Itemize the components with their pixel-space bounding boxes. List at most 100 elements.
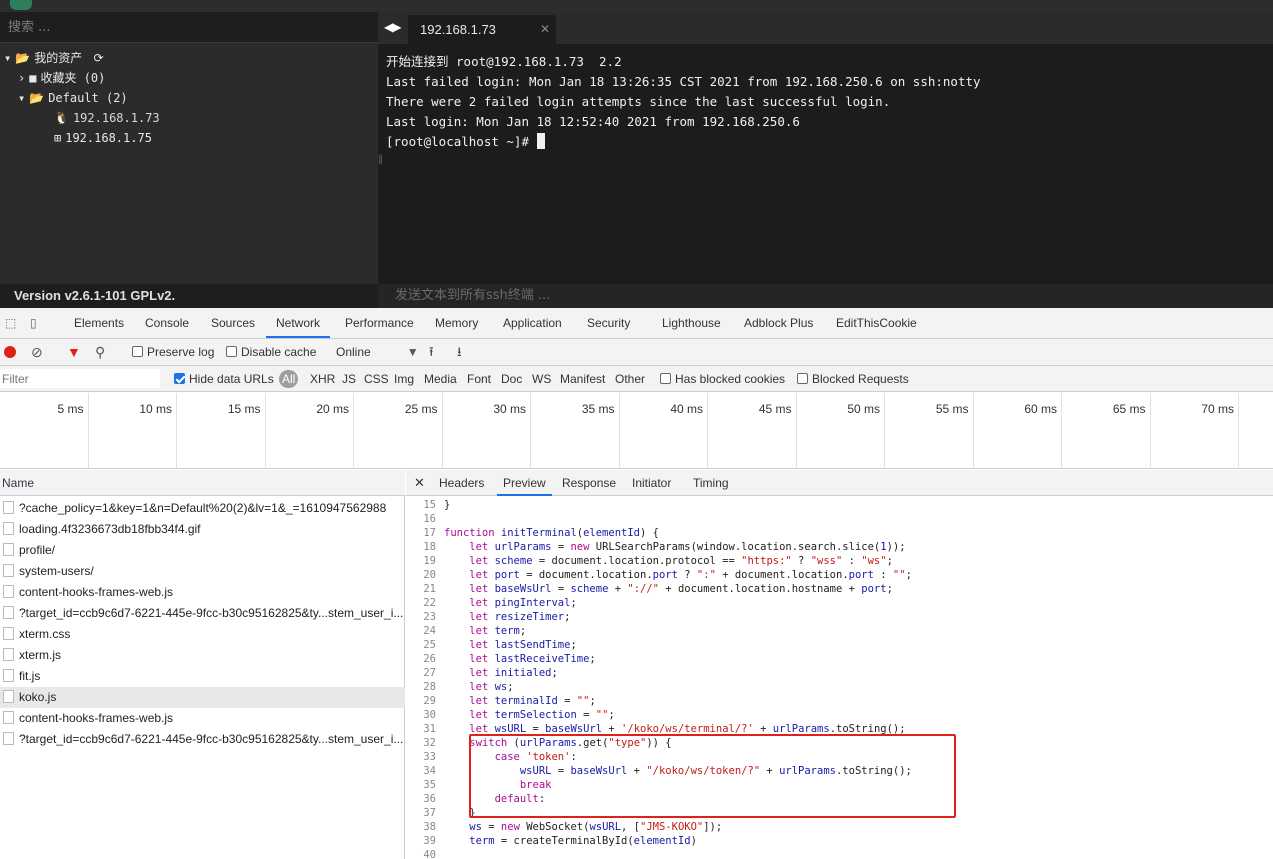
request-row[interactable]: content-hooks-frames-web.js: [0, 582, 405, 603]
tab-application[interactable]: Application: [503, 308, 562, 338]
tab-preview[interactable]: Preview: [497, 470, 552, 496]
timeline-tick: 55 ms: [885, 393, 974, 469]
tab-performance[interactable]: Performance: [345, 308, 414, 338]
filter-all-button[interactable]: All: [279, 370, 299, 388]
line-number: 16: [423, 513, 436, 525]
folder-open-icon: 📂: [15, 51, 31, 65]
tab-elements[interactable]: Elements: [74, 308, 124, 338]
broadcast-input[interactable]: 发送文本到所有ssh终端 ...: [378, 284, 1273, 308]
name-column-header[interactable]: Name: [0, 470, 405, 496]
terminal-prompt: [root@localhost ~]#: [386, 134, 529, 149]
terminal-tab[interactable]: 192.168.1.73 ✕: [408, 15, 556, 44]
code-line: 15}: [406, 498, 1273, 512]
filter-other[interactable]: Other: [615, 366, 645, 392]
tree-host-windows[interactable]: ⊞ 192.168.1.75: [54, 128, 152, 148]
request-row[interactable]: xterm.css: [0, 624, 405, 645]
filter-js[interactable]: JS: [342, 366, 356, 392]
request-row[interactable]: xterm.js: [0, 645, 405, 666]
tree-item-default[interactable]: ▾ 📂 Default (2): [18, 88, 128, 108]
code-text: let ws;: [469, 681, 514, 693]
record-icon[interactable]: [4, 340, 16, 366]
tree-root-my-assets[interactable]: ▾ 📂 我的资产 ⟳: [4, 48, 108, 68]
terminal-panel: ◀▶ 192.168.1.73 ✕ 开始连接到 root@192.168.1.7…: [378, 12, 1273, 308]
timeline-tick-label: 65 ms: [1112, 402, 1146, 416]
code-preview[interactable]: 15} 16 17 function initTerminal(elementId) …: [406, 497, 1273, 859]
code-text: default:: [494, 793, 546, 805]
hide-data-urls-checkbox[interactable]: Hide data URLs: [174, 366, 274, 392]
tab-console[interactable]: Console: [145, 308, 189, 338]
filter-media[interactable]: Media: [424, 366, 457, 392]
search-icon[interactable]: ⚲: [95, 339, 105, 365]
code-text: let urlParams = new URLSearchParams(wind…: [469, 541, 906, 553]
tab-memory[interactable]: Memory: [435, 308, 478, 338]
tab-headers[interactable]: Headers: [439, 470, 484, 496]
code-text: let wsURL = baseWsUrl + '/koko/ws/termin…: [469, 723, 906, 735]
filter-doc[interactable]: Doc: [501, 366, 522, 392]
chevron-right-icon[interactable]: ›: [18, 68, 25, 88]
search-input[interactable]: [0, 12, 378, 42]
request-row[interactable]: profile/: [0, 540, 405, 561]
tab-network[interactable]: Network: [266, 308, 331, 338]
filter-xhr[interactable]: XHR: [310, 366, 335, 392]
tab-security[interactable]: Security: [587, 308, 630, 338]
close-icon[interactable]: ✕: [414, 470, 425, 496]
request-row[interactable]: koko.js: [0, 687, 405, 708]
import-har-icon[interactable]: ⭱: [429, 339, 434, 365]
blocked-requests-checkbox[interactable]: Blocked Requests: [797, 366, 909, 392]
tab-scroll-icon[interactable]: ◀▶: [384, 20, 401, 34]
request-name: ?target_id=ccb9c6d7-6221-445e-9fcc-b30c9…: [19, 732, 404, 746]
file-icon: [3, 627, 14, 640]
filter-css[interactable]: CSS: [364, 366, 389, 392]
refresh-icon[interactable]: ⟳: [93, 48, 103, 68]
request-row[interactable]: content-hooks-frames-web.js: [0, 708, 405, 729]
filter-manifest[interactable]: Manifest: [560, 366, 605, 392]
request-name: loading.4f3236673db18fbb34f4.gif: [19, 522, 201, 536]
request-row[interactable]: ?target_id=ccb9c6d7-6221-445e-9fcc-b30c9…: [0, 729, 405, 750]
request-row[interactable]: loading.4f3236673db18fbb34f4.gif: [0, 519, 405, 540]
tab-initiator[interactable]: Initiator: [632, 470, 671, 496]
throttle-select[interactable]: Online ▼: [336, 339, 419, 365]
tab-timing[interactable]: Timing: [693, 470, 729, 496]
tree-root-label: 我的资产: [34, 51, 83, 65]
tab-editthiscookie[interactable]: EditThisCookie: [836, 308, 917, 338]
tab-lighthouse[interactable]: Lighthouse: [662, 308, 721, 338]
network-timeline-overview[interactable]: 5 ms 10 ms 15 ms 20 ms 25 ms 30 ms 35 ms 40 ms 4…: [0, 393, 1273, 469]
request-name: ?target_id=ccb9c6d7-6221-445e-9fcc-b30c9…: [19, 606, 404, 620]
export-har-icon[interactable]: ⭳: [457, 339, 462, 365]
filter-input[interactable]: [0, 369, 160, 388]
hide-data-urls-label: Hide data URLs: [189, 372, 274, 386]
tab-response[interactable]: Response: [562, 470, 616, 496]
detail-tabbar: ✕ Headers Preview Response Initiator Tim…: [406, 470, 1273, 496]
tree-host-linux[interactable]: 🐧 192.168.1.73: [54, 108, 160, 128]
timeline-tick-label: 25 ms: [404, 402, 438, 416]
filter-img[interactable]: Img: [394, 366, 414, 392]
blocked-cookies-checkbox[interactable]: Has blocked cookies: [660, 366, 785, 392]
tab-sources[interactable]: Sources: [211, 308, 255, 338]
disable-cache-checkbox[interactable]: Disable cache: [226, 339, 316, 365]
timeline-tick-label: 20 ms: [316, 402, 349, 416]
request-row[interactable]: ?target_id=ccb9c6d7-6221-445e-9fcc-b30c9…: [0, 603, 405, 624]
request-row[interactable]: fit.js: [0, 666, 405, 687]
tree-item-favorites[interactable]: › ■ 收藏夹 (0): [18, 68, 105, 88]
close-icon[interactable]: ✕: [540, 15, 550, 44]
chevron-down-icon[interactable]: ▾: [18, 88, 25, 108]
tab-adblock-plus[interactable]: Adblock Plus: [744, 308, 813, 338]
device-toggle-icon[interactable]: ▯: [30, 308, 37, 338]
filter-ws[interactable]: WS: [532, 366, 551, 392]
resize-handle-icon[interactable]: ‖: [378, 154, 383, 165]
request-list: Name ?cache_policy=1&key=1&n=Default%20(…: [0, 470, 405, 859]
inspect-icon[interactable]: ⬚: [5, 308, 16, 338]
clear-icon[interactable]: ⊘: [31, 339, 43, 365]
timeline-tick: 65 ms: [1062, 393, 1151, 469]
preserve-log-checkbox[interactable]: Preserve log: [132, 339, 214, 365]
code-line: 29 let terminalId = "";: [406, 694, 1273, 708]
chevron-down-icon[interactable]: ▾: [4, 48, 11, 68]
filter-font[interactable]: Font: [467, 366, 491, 392]
filter-icon[interactable]: ▼: [67, 339, 81, 365]
devtools-panel: ⬚ ▯ Elements Console Sources Network Per…: [0, 308, 1273, 859]
line-number: 34: [423, 765, 436, 777]
request-row[interactable]: system-users/: [0, 561, 405, 582]
request-row[interactable]: ?cache_policy=1&key=1&n=Default%20(2)&lv…: [0, 498, 405, 519]
terminal-output[interactable]: 开始连接到 root@192.168.1.73 2.2 Last failed …: [378, 44, 1273, 284]
code-line: 39 term = createTerminalById(elementId): [406, 834, 1273, 848]
